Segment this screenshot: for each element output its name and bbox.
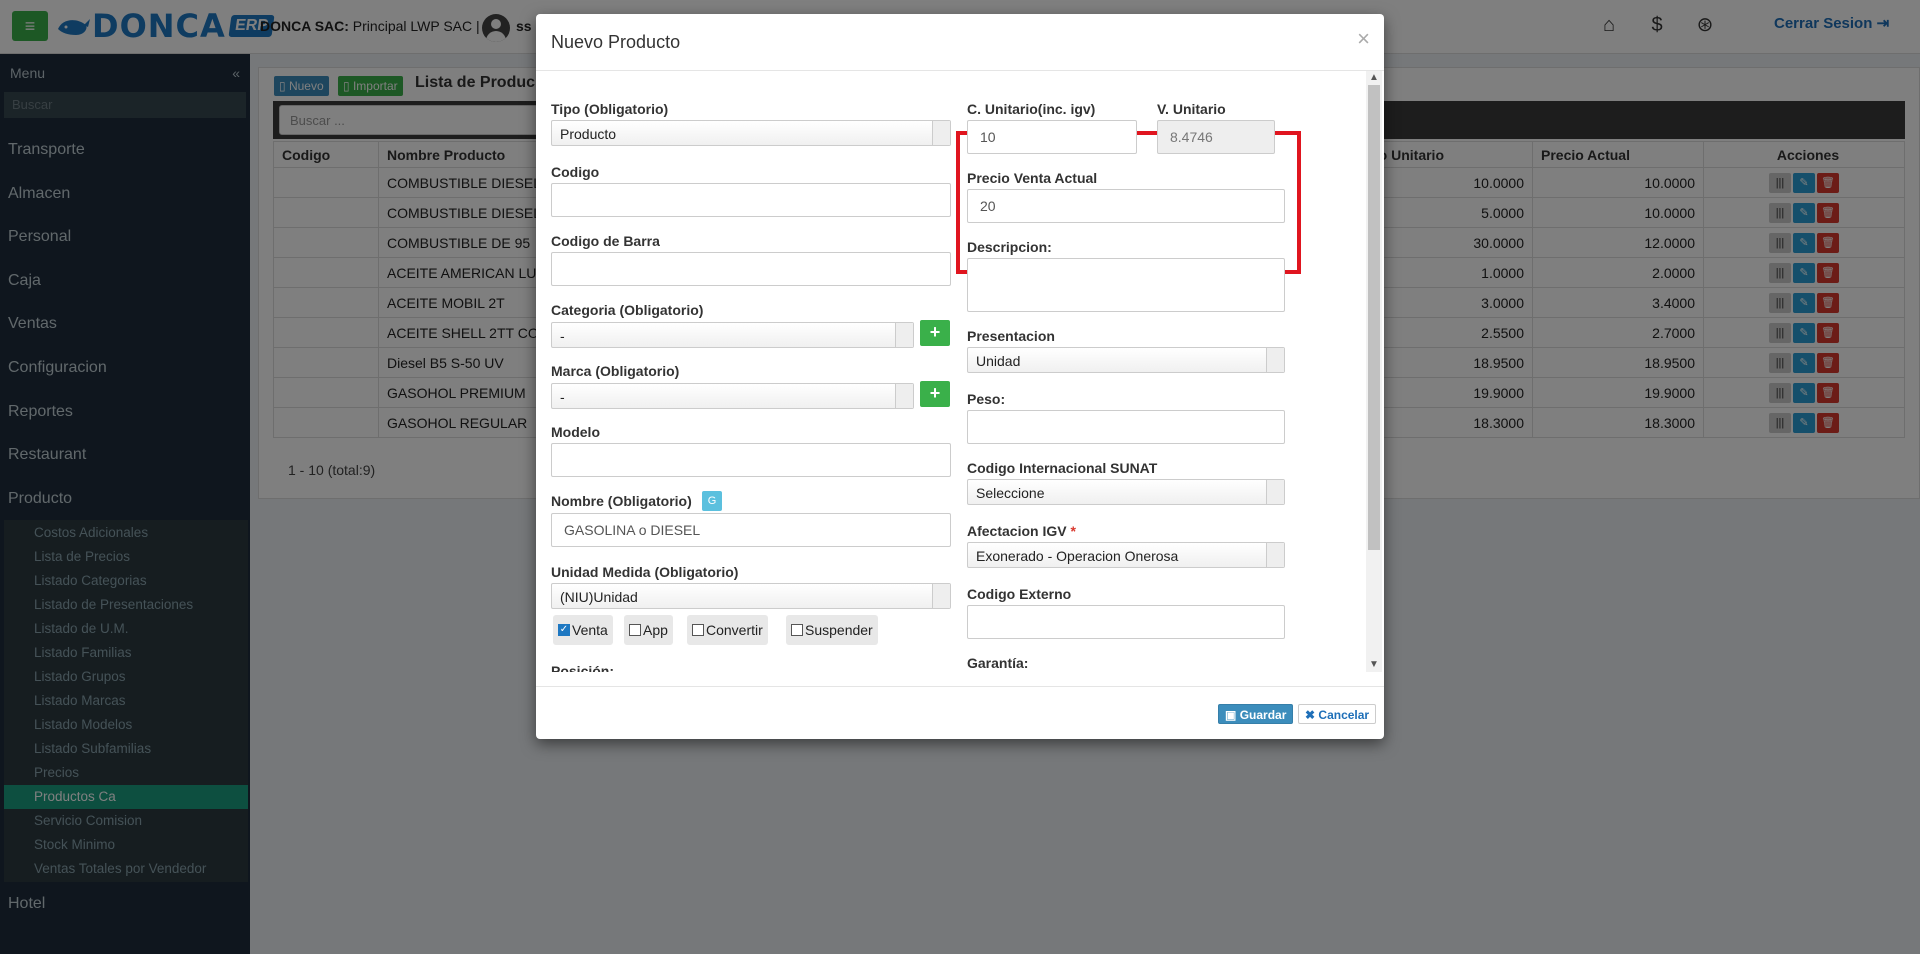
cunit-label: C. Unitario(inc. igv): [967, 101, 1096, 117]
checkbox-checked-icon: ✓: [558, 624, 570, 636]
barra-input[interactable]: [551, 252, 951, 286]
externo-label: Codigo Externo: [967, 586, 1072, 602]
categoria-label: Categoria (Obligatorio): [551, 302, 704, 318]
marca-select[interactable]: -: [551, 383, 914, 409]
modal-footer: ▣ Guardar ✖ Cancelar: [536, 686, 1384, 739]
close-icon[interactable]: ×: [1357, 28, 1370, 50]
igv-label: Afectacion IGV *: [967, 523, 1076, 539]
posicion-label: Posición:: [551, 663, 615, 672]
sunat-label: Codigo Internacional SUNAT: [967, 460, 1158, 476]
suspender-checkbox[interactable]: Suspender: [786, 615, 878, 645]
descripcion-textarea[interactable]: [967, 258, 1285, 312]
add-marca-button[interactable]: +: [920, 381, 950, 407]
nuevo-producto-modal: Nuevo Producto × Tipo (Obligatorio) Prod…: [536, 14, 1384, 739]
modelo-label: Modelo: [551, 424, 600, 440]
cancelar-button[interactable]: ✖ Cancelar: [1298, 704, 1377, 724]
modal-scrollbar[interactable]: ▲ ▼: [1366, 71, 1382, 672]
presentacion-select[interactable]: Unidad: [967, 347, 1285, 373]
checkbox-icon: [692, 624, 704, 636]
save-icon: ▣: [1225, 708, 1237, 722]
barra-label: Codigo de Barra: [551, 233, 660, 249]
app-checkbox[interactable]: App: [624, 615, 673, 645]
vunit-input: 8.4746: [1157, 120, 1275, 154]
scroll-down-icon[interactable]: ▼: [1366, 658, 1382, 672]
checkbox-icon: [791, 624, 803, 636]
pventa-input[interactable]: 20: [967, 189, 1285, 223]
scroll-thumb[interactable]: [1368, 85, 1380, 550]
garantia-label: Garantía:: [967, 655, 1029, 671]
modal-header: Nuevo Producto ×: [536, 14, 1384, 71]
modal-body: Tipo (Obligatorio) Producto Codigo Codig…: [536, 71, 1384, 672]
sunat-select[interactable]: Seleccione: [967, 479, 1285, 505]
marca-label: Marca (Obligatorio): [551, 363, 680, 379]
codigo-label: Codigo: [551, 164, 600, 180]
convertir-checkbox[interactable]: Convertir: [687, 615, 768, 645]
externo-input[interactable]: [967, 605, 1285, 639]
tipo-select[interactable]: Producto: [551, 120, 951, 146]
descripcion-label: Descripcion:: [967, 239, 1052, 255]
presentacion-label: Presentacion: [967, 328, 1055, 344]
pventa-label: Precio Venta Actual: [967, 170, 1098, 186]
nombre-label: Nombre (Obligatorio): [551, 493, 692, 509]
close-icon: ✖: [1305, 708, 1316, 722]
scroll-up-icon[interactable]: ▲: [1366, 71, 1382, 85]
unidad-label: Unidad Medida (Obligatorio): [551, 564, 739, 580]
vunit-label: V. Unitario: [1157, 101, 1226, 117]
generate-name-button[interactable]: G: [702, 491, 722, 511]
categoria-select[interactable]: -: [551, 322, 914, 348]
guardar-button[interactable]: ▣ Guardar: [1218, 704, 1294, 724]
codigo-input[interactable]: [551, 183, 951, 217]
cunit-input[interactable]: 10: [967, 120, 1137, 154]
peso-input[interactable]: [967, 410, 1285, 444]
checkbox-icon: [629, 624, 641, 636]
venta-checkbox[interactable]: ✓ Venta: [553, 615, 613, 645]
modelo-input[interactable]: [551, 443, 951, 477]
modal-title: Nuevo Producto: [551, 32, 681, 52]
nombre-input[interactable]: GASOLINA o DIESEL: [551, 513, 951, 547]
peso-label: Peso:: [967, 391, 1006, 407]
igv-select[interactable]: Exonerado - Operacion Onerosa: [967, 542, 1285, 568]
tipo-label: Tipo (Obligatorio): [551, 101, 669, 117]
add-categoria-button[interactable]: +: [920, 320, 950, 346]
unidad-select[interactable]: (NIU)Unidad: [551, 583, 951, 609]
